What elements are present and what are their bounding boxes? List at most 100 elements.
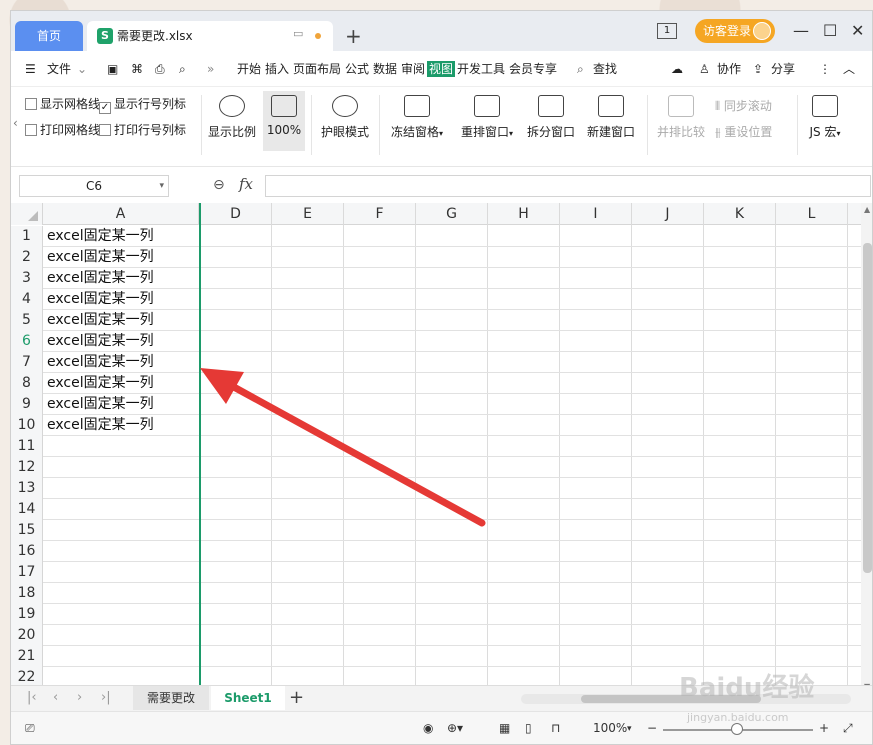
table-row[interactable]: 20 (11, 625, 861, 646)
search-icon[interactable]: ⌕ (577, 61, 584, 77)
cell-a[interactable]: excel固定某一列 (47, 373, 154, 394)
table-row[interactable]: 11 (11, 436, 861, 457)
formula-input[interactable] (265, 175, 871, 197)
vertical-scrollbar[interactable]: ▲ ▼ (861, 203, 872, 693)
js-macro-button[interactable]: JS 宏▾ (803, 95, 847, 140)
split-window-button[interactable]: 拆分窗口 (523, 95, 579, 140)
zoom-out-icon[interactable]: − (647, 721, 657, 735)
row-header[interactable]: 17 (11, 562, 43, 583)
collab-button[interactable]: 协作 (717, 61, 741, 77)
menu-view[interactable]: 视图 (427, 61, 456, 77)
show-gridlines-checkbox[interactable]: 显示网格线 (25, 95, 100, 112)
column-header-k[interactable]: K (704, 203, 776, 225)
row-header[interactable]: 9 (11, 394, 43, 415)
format-painter-icon[interactable]: ⌘ (131, 61, 143, 77)
collapse-ribbon-icon[interactable]: ︿ (843, 61, 855, 77)
table-row[interactable]: 10 excel固定某一列 (11, 415, 861, 436)
menu-formula[interactable]: 公式 (345, 61, 369, 77)
menu-member[interactable]: 会员专享 (509, 61, 557, 77)
table-row[interactable]: 18 (11, 583, 861, 604)
save-icon[interactable]: ▣ (107, 61, 118, 77)
first-sheet-icon[interactable]: |‹ (27, 690, 37, 705)
table-row[interactable]: 3 excel固定某一列 (11, 268, 861, 289)
cell-a[interactable]: excel固定某一列 (47, 268, 154, 289)
sheet-tab-需要更改[interactable]: 需要更改 (133, 686, 209, 710)
window-count-badge[interactable]: 1 (657, 23, 677, 39)
row-header[interactable]: 1 (11, 226, 43, 247)
more-icon[interactable]: » (207, 61, 214, 77)
share-button[interactable]: 分享 (771, 61, 795, 77)
cell-a[interactable]: excel固定某一列 (47, 352, 154, 373)
page-break-view-icon[interactable]: ⊓ (551, 721, 560, 735)
table-row[interactable]: 9 excel固定某一列 (11, 394, 861, 415)
hamburger-icon[interactable]: ☰ (25, 61, 36, 77)
prev-sheet-icon[interactable]: ‹ (53, 690, 58, 705)
table-row[interactable]: 1 excel固定某一列 (11, 226, 861, 247)
column-header-l[interactable]: L (776, 203, 848, 225)
row-header[interactable]: 18 (11, 583, 43, 604)
zoom-in-icon[interactable]: + (819, 721, 829, 735)
freeze-panes-button[interactable]: 冻结窗格▾ (385, 95, 449, 140)
cell-a[interactable]: excel固定某一列 (47, 394, 154, 415)
zoom-100-button[interactable]: 100% (263, 91, 305, 151)
normal-view-icon[interactable]: ▦ (499, 721, 510, 735)
maximize-icon[interactable]: ☐ (823, 21, 837, 41)
guest-login-button[interactable]: 访客登录 (695, 19, 775, 43)
table-row[interactable]: 7 excel固定某一列 (11, 352, 861, 373)
zoom-level[interactable]: 100% (593, 721, 627, 735)
cloud-icon[interactable]: ☁ (671, 61, 683, 77)
zoom-dropdown-icon[interactable]: ▾ (627, 724, 632, 734)
row-header[interactable]: 11 (11, 436, 43, 457)
menu-insert[interactable]: 插入 (265, 61, 289, 77)
table-row[interactable]: 16 (11, 541, 861, 562)
row-header[interactable]: 8 (11, 373, 43, 394)
column-header-h[interactable]: H (488, 203, 560, 225)
table-row[interactable]: 21 (11, 646, 861, 667)
column-header-g[interactable]: G (416, 203, 488, 225)
eye-protect-icon[interactable]: ◉ (423, 721, 433, 735)
print-preview-icon[interactable]: ⌕ (179, 61, 186, 77)
row-header[interactable]: 10 (11, 415, 43, 436)
table-row[interactable]: 5 excel固定某一列 (11, 310, 861, 331)
function-icon[interactable]: fx (239, 175, 253, 193)
zoom-ratio-button[interactable]: 显示比例 (207, 95, 257, 140)
sync-scroll-button[interactable]: ⫴ 同步滚动 (715, 97, 772, 114)
row-header[interactable]: 7 (11, 352, 43, 373)
tab-file[interactable]: S 需要更改.xlsx ▭ (87, 21, 333, 51)
spreadsheet-grid[interactable]: A D E F G H I J K L 1 excel固定某一列 2 excel固定… (11, 203, 861, 693)
menu-review[interactable]: 审阅 (401, 61, 425, 77)
vertical-scroll-thumb[interactable] (863, 243, 872, 573)
menu-page-layout[interactable]: 页面布局 (293, 61, 341, 77)
table-row[interactable]: 2 excel固定某一列 (11, 247, 861, 268)
table-row[interactable]: 17 (11, 562, 861, 583)
new-tab-button[interactable]: + (345, 21, 362, 51)
tab-home[interactable]: 首页 (15, 21, 83, 51)
close-icon[interactable]: ✕ (851, 21, 864, 41)
fullscreen-icon[interactable]: ⤢ (843, 721, 853, 736)
sheet-tab-sheet1[interactable]: Sheet1 (211, 686, 285, 710)
print-rowcol-checkbox[interactable]: 打印行号列标 (99, 121, 186, 138)
minimize-icon[interactable]: — (793, 21, 809, 41)
table-row[interactable]: 14 (11, 499, 861, 520)
row-header-selected[interactable]: 6 (11, 331, 43, 352)
monitor-icon[interactable]: ▭ (293, 27, 303, 40)
side-by-side-button[interactable]: 并排比较 (653, 95, 709, 140)
table-row[interactable]: 6 excel固定某一列 (11, 331, 861, 352)
name-box[interactable]: C6 ▾ (19, 175, 169, 197)
row-header[interactable]: 13 (11, 478, 43, 499)
cell-a[interactable]: excel固定某一列 (47, 415, 154, 436)
row-header[interactable]: 5 (11, 310, 43, 331)
next-sheet-icon[interactable]: › (77, 690, 82, 705)
column-header-d[interactable]: D (200, 203, 272, 225)
scroll-up-icon[interactable]: ▲ (864, 205, 870, 214)
table-row[interactable]: 4 excel固定某一列 (11, 289, 861, 310)
row-header[interactable]: 12 (11, 457, 43, 478)
reset-position-button[interactable]: ⫵ 重设位置 (715, 123, 772, 140)
row-header[interactable]: 2 (11, 247, 43, 268)
print-icon[interactable]: ⎙ (155, 61, 165, 77)
rearrange-window-button[interactable]: 重排窗口▾ (455, 95, 519, 140)
menu-start[interactable]: 开始 (237, 61, 261, 77)
column-header-f[interactable]: F (344, 203, 416, 225)
row-header[interactable]: 20 (11, 625, 43, 646)
table-row[interactable]: 8 excel固定某一列 (11, 373, 861, 394)
